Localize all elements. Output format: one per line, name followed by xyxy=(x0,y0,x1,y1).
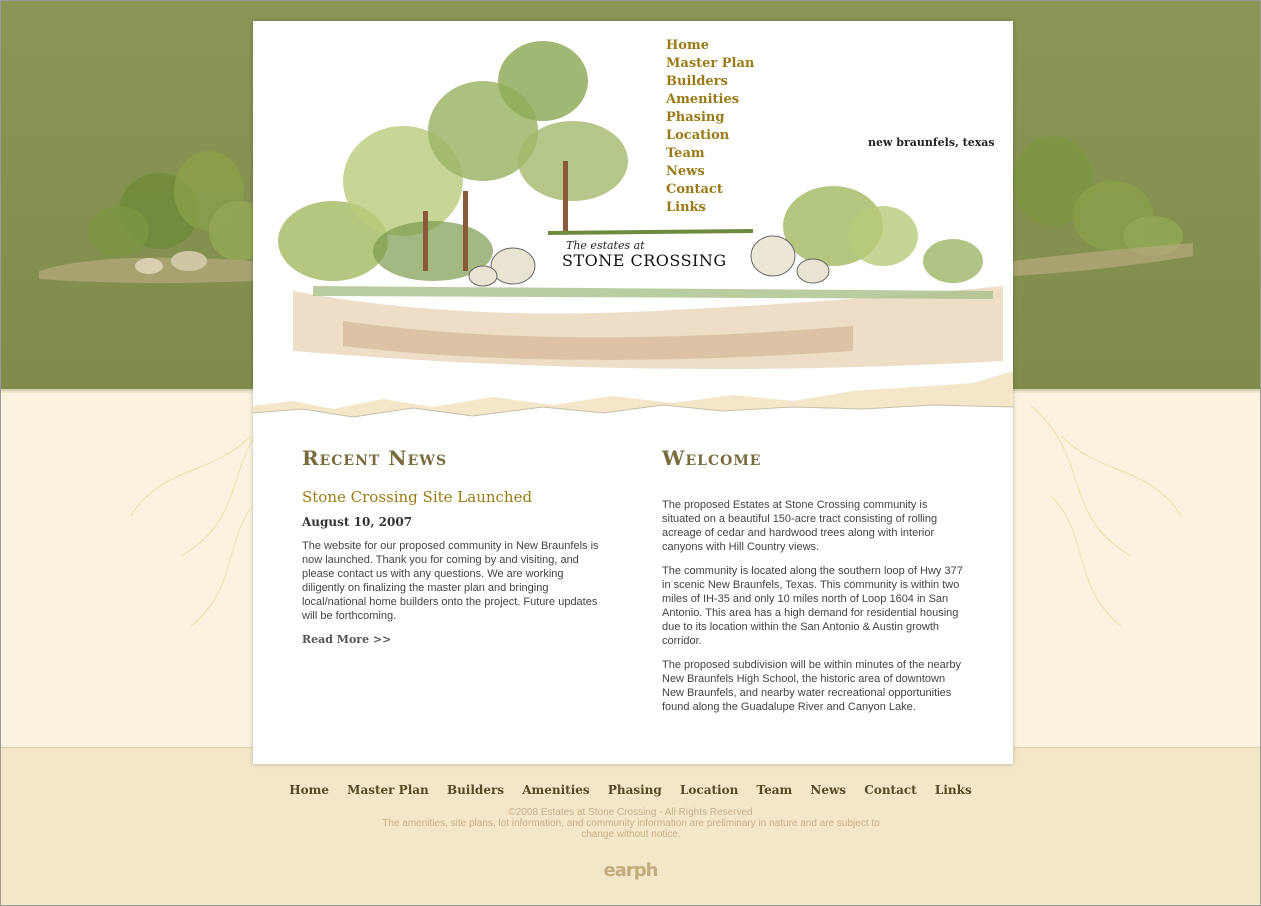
disclaimer-text: The amenities, site plans, lot informati… xyxy=(382,818,880,840)
footer-nav-location[interactable]: Location xyxy=(680,783,738,797)
nav-builders[interactable]: Builders xyxy=(666,73,754,91)
footer-navigation: Home Master Plan Builders Amenities Phas… xyxy=(1,783,1260,797)
nav-contact[interactable]: Contact xyxy=(666,181,754,199)
recent-news-heading: Recent News xyxy=(302,446,448,470)
welcome-paragraph-2: The community is located along the south… xyxy=(662,565,963,647)
welcome-section: Welcome The proposed Estates at Stone Cr… xyxy=(662,446,967,714)
torn-paper-edge xyxy=(253,371,1013,431)
welcome-heading: Welcome xyxy=(662,446,762,470)
recent-news-section: Recent News Stone Crossing Site Launched… xyxy=(302,446,602,648)
site-logo[interactable]: STONE CROSSING xyxy=(562,251,727,270)
footer-nav-phasing[interactable]: Phasing xyxy=(608,783,662,797)
right-leaf-pattern xyxy=(1030,405,1182,627)
left-trees-illustration xyxy=(39,151,253,284)
nav-news[interactable]: News xyxy=(666,163,754,181)
footer-nav-home[interactable]: Home xyxy=(289,783,329,797)
nav-home[interactable]: Home xyxy=(666,37,754,55)
welcome-paragraph-1: The proposed Estates at Stone Crossing c… xyxy=(662,499,938,553)
content-page: The estates at STONE CROSSING new braunf… xyxy=(253,21,1013,764)
nav-links[interactable]: Links xyxy=(666,199,754,217)
copyright-notice: ©2008 Estates at Stone Crossing - All Ri… xyxy=(508,807,753,818)
footer-nav-amenities[interactable]: Amenities xyxy=(522,783,589,797)
footer-nav-contact[interactable]: Contact xyxy=(864,783,916,797)
nav-location[interactable]: Location xyxy=(666,127,754,145)
footer-nav-builders[interactable]: Builders xyxy=(447,783,504,797)
nav-phasing[interactable]: Phasing xyxy=(666,109,754,127)
footer-nav-master-plan[interactable]: Master Plan xyxy=(347,783,429,797)
news-article-title[interactable]: Stone Crossing Site Launched xyxy=(302,488,602,506)
footer-nav-team[interactable]: Team xyxy=(757,783,793,797)
nav-amenities[interactable]: Amenities xyxy=(666,91,754,109)
main-navigation: Home Master Plan Builders Amenities Phas… xyxy=(666,37,754,217)
right-trees-illustration xyxy=(1013,136,1193,276)
designer-credit-logo[interactable]: earph xyxy=(1,860,1260,881)
footer-nav-news[interactable]: News xyxy=(810,783,846,797)
news-article-body: The website for our proposed community i… xyxy=(302,540,599,622)
welcome-paragraph-3: The proposed subdivision will be within … xyxy=(662,659,961,713)
nav-team[interactable]: Team xyxy=(666,145,754,163)
location-tagline: new braunfels, texas xyxy=(868,136,995,149)
nav-master-plan[interactable]: Master Plan xyxy=(666,55,754,73)
read-more-link[interactable]: Read More >> xyxy=(302,633,391,646)
news-article-date: August 10, 2007 xyxy=(302,515,413,529)
footer-nav-links[interactable]: Links xyxy=(935,783,972,797)
